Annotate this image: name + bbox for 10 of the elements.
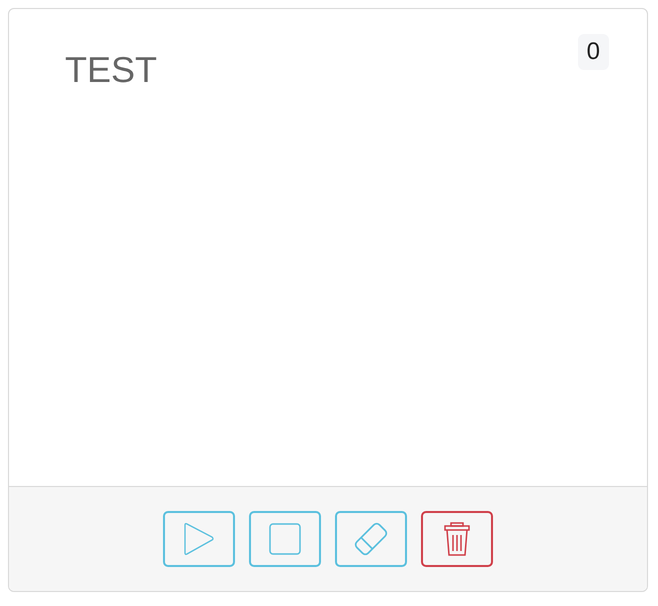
square-icon	[269, 523, 301, 555]
trash-icon	[443, 522, 471, 556]
play-button[interactable]	[163, 511, 235, 567]
clear-button[interactable]	[335, 511, 407, 567]
card-title: TEST	[65, 49, 158, 91]
count-badge: 0	[578, 34, 609, 70]
eraser-icon	[352, 521, 390, 557]
stop-button[interactable]	[249, 511, 321, 567]
play-icon	[183, 522, 215, 556]
delete-button[interactable]	[421, 511, 493, 567]
